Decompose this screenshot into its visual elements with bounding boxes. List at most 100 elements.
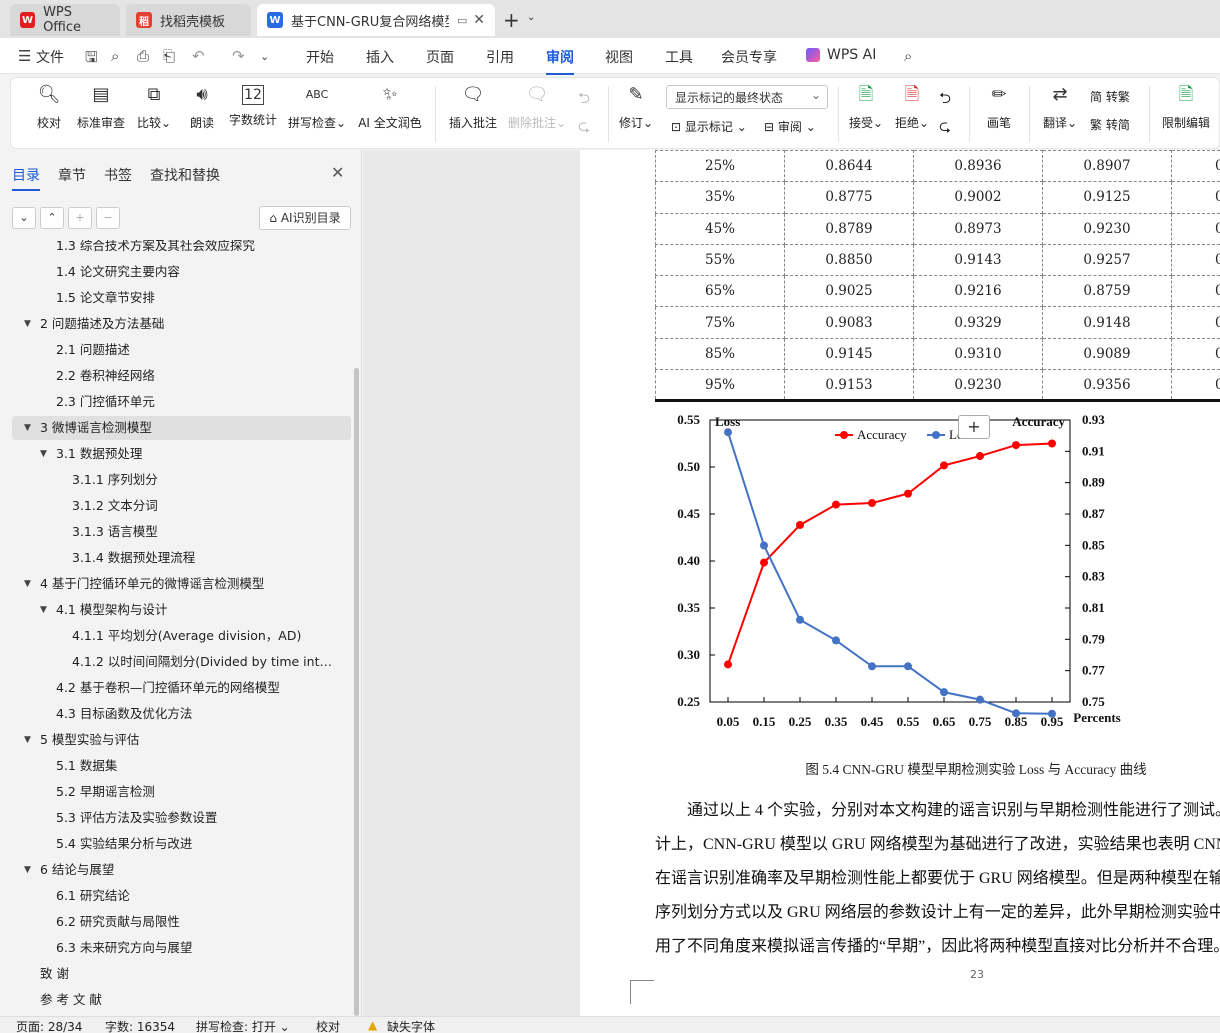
tab-bookmarks[interactable]: 书签 bbox=[104, 165, 132, 185]
delete-comment-button[interactable]: 🗨︎ 删除批注⌄ bbox=[507, 82, 567, 131]
compare-button[interactable]: ⧉ 比较⌄ bbox=[135, 82, 173, 131]
restrict-edit-button[interactable]: 🗎︎ 限制编辑 bbox=[1159, 82, 1213, 131]
expand-triangle-icon[interactable]: ▼ bbox=[40, 442, 47, 466]
toc-item[interactable]: 4.2 基于卷积—门控循环单元的网络模型 bbox=[0, 676, 342, 700]
toc-item[interactable]: 3.1.3 语言模型 bbox=[0, 520, 342, 544]
spell-check-button[interactable]: ABC 拼写检查⌄ bbox=[287, 82, 347, 131]
word-count-button[interactable]: 12 字数统计 bbox=[227, 82, 279, 128]
toc-item[interactable]: 5.3 评估方法及实验参数设置 bbox=[0, 806, 342, 830]
menu-start[interactable]: 开始 bbox=[306, 47, 334, 67]
pen-button[interactable]: ✏︎ 画笔 bbox=[983, 82, 1015, 131]
translate-button[interactable]: ⇄ 翻译⌄ bbox=[1041, 82, 1079, 131]
toc-item[interactable]: 6.1 研究结论 bbox=[0, 884, 342, 908]
tab-daoke[interactable]: 稻 找稻壳模板 bbox=[126, 4, 251, 36]
scrollbar[interactable] bbox=[354, 368, 359, 1016]
menu-tools[interactable]: 工具 bbox=[665, 47, 693, 67]
toc-item[interactable]: ▼ 3 微博谣言检测模型 bbox=[12, 416, 351, 440]
menu-insert[interactable]: 插入 bbox=[366, 47, 394, 67]
hamburger-icon[interactable]: ☰ bbox=[18, 47, 31, 65]
new-tab-icon[interactable]: + bbox=[503, 8, 520, 32]
print-preview-icon[interactable]: ⎗ bbox=[163, 47, 175, 65]
previous-comment-icon[interactable]: ⮌ bbox=[578, 88, 590, 113]
insert-comment-button[interactable]: 🗨︎ 插入批注 bbox=[447, 82, 499, 131]
next-change-icon[interactable]: ⮎ bbox=[939, 116, 951, 141]
redo-icon[interactable]: ↷ bbox=[232, 47, 245, 65]
toc-item[interactable]: 致 谢 bbox=[0, 962, 342, 986]
ai-toc-button[interactable]: ⌂ AI识别目录 bbox=[259, 206, 351, 230]
menu-view[interactable]: 视图 bbox=[605, 47, 633, 67]
previous-change-icon[interactable]: ⮌ bbox=[939, 88, 951, 113]
toc-item[interactable]: 1.5 论文章节安排 bbox=[0, 286, 342, 310]
page-indicator[interactable]: 页面: 28/34 bbox=[16, 1018, 82, 1033]
expand-triangle-icon[interactable]: ▼ bbox=[24, 416, 31, 440]
markup-display-select[interactable]: 显示标记的最终状态 ⌄ bbox=[666, 85, 828, 109]
proofread-indicator[interactable]: 校对 bbox=[316, 1018, 340, 1033]
tab-document[interactable]: W 基于CNN-GRU复合网络模型 ▭ ✕ bbox=[257, 4, 495, 36]
to-traditional-button[interactable]: 简 转繁 bbox=[1090, 88, 1130, 105]
toc-item[interactable]: ▼ 4 基于门控循环单元的微博谣言检测模型 bbox=[0, 572, 342, 596]
toc-item[interactable]: 5.2 早期谣言检测 bbox=[0, 780, 342, 804]
tab-list-chevron-icon[interactable]: ⌄ bbox=[527, 12, 535, 23]
save-icon[interactable]: 🖫 bbox=[85, 47, 98, 72]
toc-item[interactable]: ▼ 6 结论与展望 bbox=[0, 858, 342, 882]
proofread-button[interactable]: 🔍︎ 校对 bbox=[33, 82, 65, 131]
review-pane-button[interactable]: ⊟ 审阅 ⌄ bbox=[764, 118, 816, 135]
word-count-indicator[interactable]: 字数: 16354 bbox=[105, 1018, 175, 1033]
toc-item[interactable]: 5.1 数据集 bbox=[0, 754, 342, 778]
collapse-all-button[interactable]: ⌄ bbox=[12, 207, 36, 229]
search-icon[interactable]: ⌕ bbox=[904, 47, 912, 65]
toc-item[interactable]: 1.3 综合技术方案及其社会效应探究 bbox=[0, 240, 342, 258]
menu-file[interactable]: 文件 bbox=[36, 47, 64, 67]
add-element-button[interactable]: + bbox=[958, 415, 990, 439]
expand-triangle-icon[interactable]: ▼ bbox=[24, 312, 31, 336]
toc-item[interactable]: 4.1.2 以时间间隔划分(Divided by time interval，D… bbox=[0, 650, 342, 674]
close-tab-icon[interactable]: ✕ bbox=[473, 12, 485, 28]
accept-button[interactable]: 🗎︎ 接受⌄ bbox=[847, 82, 885, 131]
menu-member[interactable]: 会员专享 bbox=[721, 47, 777, 67]
menu-wps-ai[interactable]: WPS AI bbox=[827, 47, 876, 63]
toc-item[interactable]: 2.3 门控循环单元 bbox=[0, 390, 342, 414]
close-pane-icon[interactable]: ✕ bbox=[331, 163, 344, 182]
toc-item[interactable]: 4.3 目标函数及优化方法 bbox=[0, 702, 342, 726]
toc-item[interactable]: 1.4 论文研究主要内容 bbox=[0, 260, 342, 284]
next-comment-icon[interactable]: ⮎ bbox=[578, 116, 590, 141]
toc-item[interactable]: 2.2 卷积神经网络 bbox=[0, 364, 342, 388]
toc-item[interactable]: 2.1 问题描述 bbox=[0, 338, 342, 362]
ai-polish-button[interactable]: ✨︎ AI 全文润色 bbox=[357, 82, 423, 131]
toc-item[interactable]: 3.1.4 数据预处理流程 bbox=[0, 546, 342, 570]
add-heading-button[interactable]: + bbox=[68, 207, 92, 229]
format-painter-icon[interactable]: ⌕ bbox=[111, 47, 119, 65]
track-changes-button[interactable]: ✎ 修订⌄ bbox=[617, 82, 655, 131]
toc-item[interactable]: 6.2 研究贡献与局限性 bbox=[0, 910, 342, 934]
toc-item[interactable]: 参 考 文 献 bbox=[0, 988, 342, 1012]
tab-chapters[interactable]: 章节 bbox=[58, 165, 86, 185]
menu-reference[interactable]: 引用 bbox=[486, 47, 514, 67]
spell-check-indicator[interactable]: 拼写检查: 打开 ⌄ bbox=[196, 1018, 290, 1033]
toc-item[interactable]: 3.1.1 序列划分 bbox=[0, 468, 342, 492]
expand-triangle-icon[interactable]: ▼ bbox=[40, 598, 47, 622]
toc-item[interactable]: 5.4 实验结果分析与改进 bbox=[0, 832, 342, 856]
standard-review-button[interactable]: ▤ 标准审查 bbox=[75, 82, 127, 131]
toc-item[interactable]: 3.1.2 文本分词 bbox=[0, 494, 342, 518]
toc-item[interactable]: ▼ 4.1 模型架构与设计 bbox=[0, 598, 342, 622]
to-simplified-button[interactable]: 繁 转简 bbox=[1090, 116, 1130, 133]
toc-item[interactable]: 4.1.1 平均划分(Average division，AD) bbox=[0, 624, 342, 648]
tab-toc[interactable]: 目录 bbox=[12, 165, 40, 191]
tab-wps-office[interactable]: W WPS Office bbox=[10, 4, 120, 36]
toc-item[interactable]: ▼ 3.1 数据预处理 bbox=[0, 442, 342, 466]
expand-triangle-icon[interactable]: ▼ bbox=[24, 572, 31, 596]
tab-find-replace[interactable]: 查找和替换 bbox=[150, 165, 220, 185]
menu-page[interactable]: 页面 bbox=[426, 47, 454, 67]
undo-icon[interactable]: ↶ bbox=[192, 47, 205, 65]
screen-icon[interactable]: ▭ bbox=[457, 14, 467, 27]
missing-font-indicator[interactable]: 缺失字体 bbox=[387, 1018, 435, 1033]
menu-review[interactable]: 审阅 bbox=[546, 47, 574, 75]
toc-item[interactable]: ▼ 2 问题描述及方法基础 bbox=[0, 312, 342, 336]
show-markup-button[interactable]: ⊡ 显示标记 ⌄ bbox=[671, 118, 747, 135]
reject-button[interactable]: 🗎︎ 拒绝⌄ bbox=[893, 82, 931, 131]
print-icon[interactable]: ⎙ bbox=[137, 47, 149, 65]
quick-access-chevron-icon[interactable]: ⌄ bbox=[260, 50, 269, 63]
expand-triangle-icon[interactable]: ▼ bbox=[24, 728, 31, 752]
toc-item[interactable]: 6.3 未来研究方向与展望 bbox=[0, 936, 342, 960]
remove-heading-button[interactable]: − bbox=[96, 207, 120, 229]
